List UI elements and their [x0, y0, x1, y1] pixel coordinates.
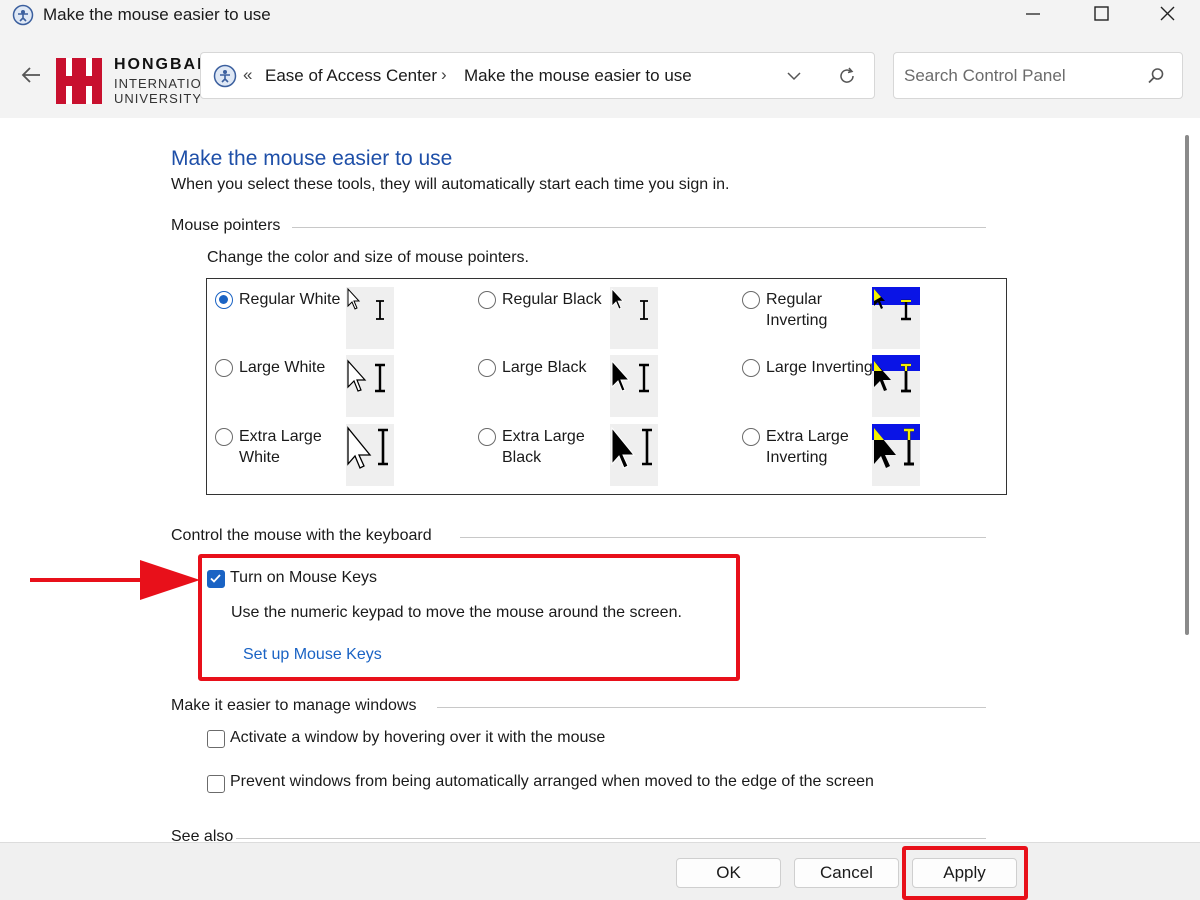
- radio-regular-white[interactable]: Regular White: [215, 289, 465, 349]
- prevent-arrange-checkbox[interactable]: [207, 775, 225, 793]
- preview-regular-inverting: [872, 287, 920, 349]
- breadcrumb-separator[interactable]: ›: [441, 65, 447, 85]
- radio-label: Regular Inverting: [766, 291, 828, 329]
- black-pointer-icon: [611, 426, 652, 469]
- white-pointer-icon: [347, 287, 384, 320]
- preview-regular-black: [610, 287, 658, 349]
- search-box[interactable]: [893, 52, 1183, 99]
- chevron-down-icon[interactable]: [785, 67, 803, 85]
- radio-regular-black[interactable]: Regular Black: [478, 289, 728, 349]
- breadcrumb-ease-of-access-center[interactable]: Ease of Access Center: [265, 66, 437, 86]
- radio-extra-large-black[interactable]: Extra Large Black: [478, 426, 728, 486]
- radio-button[interactable]: [478, 428, 496, 446]
- cancel-button[interactable]: Cancel: [794, 858, 899, 888]
- maximize-icon: [1094, 6, 1109, 21]
- radio-large-white[interactable]: Large White: [215, 357, 465, 417]
- search-input[interactable]: [904, 63, 1144, 89]
- radio-label: Extra Large Black: [502, 428, 585, 466]
- preview-extra-large-black: [610, 424, 658, 486]
- breadcrumb-current-page[interactable]: Make the mouse easier to use: [464, 66, 692, 86]
- maximize-button[interactable]: [1068, 0, 1134, 32]
- section-divider: [236, 838, 986, 839]
- close-button[interactable]: [1134, 0, 1200, 32]
- preview-large-black: [610, 355, 658, 417]
- radio-extra-large-white[interactable]: Extra Large White: [215, 426, 465, 486]
- black-pointer-icon: [611, 287, 648, 320]
- hover-activate-checkbox[interactable]: [207, 730, 225, 748]
- radio-button[interactable]: [215, 359, 233, 377]
- window-title: Make the mouse easier to use: [43, 5, 271, 24]
- white-pointer-icon: [347, 359, 385, 393]
- radio-large-black[interactable]: Large Black: [478, 357, 728, 417]
- radio-button[interactable]: [215, 428, 233, 446]
- annotation-highlight-mouse-keys: [198, 554, 740, 681]
- back-arrow-icon[interactable]: [18, 62, 46, 88]
- mouse-pointers-description: Change the color and size of mouse point…: [207, 249, 529, 266]
- preview-large-inverting: [872, 355, 920, 417]
- radio-button[interactable]: [215, 291, 233, 309]
- preview-large-white: [346, 355, 394, 417]
- ok-button[interactable]: OK: [676, 858, 781, 888]
- vertical-scrollbar[interactable]: [1185, 135, 1189, 635]
- inverting-pointer-icon: [872, 287, 920, 321]
- preview-extra-large-white: [346, 424, 394, 486]
- ease-of-access-icon: [213, 64, 237, 88]
- annotation-arrow-icon: [30, 560, 200, 600]
- radio-button[interactable]: [478, 359, 496, 377]
- inverting-pointer-icon: [872, 424, 920, 468]
- refresh-icon[interactable]: [837, 66, 857, 86]
- breadcrumb-overflow[interactable]: «: [243, 65, 252, 85]
- section-divider: [292, 227, 986, 228]
- logo-subtitle-2: UNIVERSITY: [114, 91, 203, 106]
- annotation-highlight-apply: [902, 846, 1028, 900]
- radio-label: Large Inverting: [766, 359, 873, 376]
- radio-label: Extra Large White: [239, 428, 322, 466]
- preview-extra-large-inverting: [872, 424, 920, 486]
- black-pointer-icon: [611, 359, 649, 393]
- radio-label: Regular White: [239, 291, 341, 308]
- radio-label: Large Black: [502, 359, 587, 376]
- address-bar[interactable]: « Ease of Access Center › Make the mouse…: [200, 52, 875, 99]
- radio-label: Extra Large Inverting: [766, 428, 849, 466]
- prevent-arrange-label[interactable]: Prevent windows from being automatically…: [230, 773, 874, 791]
- page-title: Make the mouse easier to use: [171, 147, 453, 170]
- inverting-pointer-icon: [872, 355, 920, 393]
- radio-label: Large White: [239, 359, 326, 376]
- title-bar: Make the mouse easier to use: [0, 0, 1200, 32]
- hover-activate-label[interactable]: Activate a window by hovering over it wi…: [230, 729, 605, 747]
- section-divider: [437, 707, 986, 708]
- radio-button[interactable]: [742, 359, 760, 377]
- minimize-icon: [1026, 13, 1040, 15]
- search-icon[interactable]: [1146, 66, 1166, 86]
- radio-large-inverting[interactable]: Large Inverting: [742, 357, 992, 417]
- white-pointer-icon: [347, 426, 388, 469]
- section-mouse-pointers: Mouse pointers: [171, 217, 281, 234]
- radio-button[interactable]: [742, 428, 760, 446]
- radio-button[interactable]: [478, 291, 496, 309]
- radio-regular-inverting[interactable]: Regular Inverting: [742, 289, 992, 349]
- preview-regular-white: [346, 287, 394, 349]
- section-manage-windows: Make it easier to manage windows: [171, 697, 417, 714]
- logo-mark-icon: [56, 58, 102, 104]
- control-panel-icon: [12, 4, 34, 26]
- minimize-button[interactable]: [1000, 0, 1066, 32]
- page-subtitle: When you select these tools, they will a…: [171, 176, 730, 193]
- close-icon: [1160, 6, 1175, 21]
- radio-extra-large-inverting[interactable]: Extra Large Inverting: [742, 426, 992, 486]
- radio-button[interactable]: [742, 291, 760, 309]
- section-divider: [460, 537, 986, 538]
- section-keyboard-control: Control the mouse with the keyboard: [171, 527, 432, 544]
